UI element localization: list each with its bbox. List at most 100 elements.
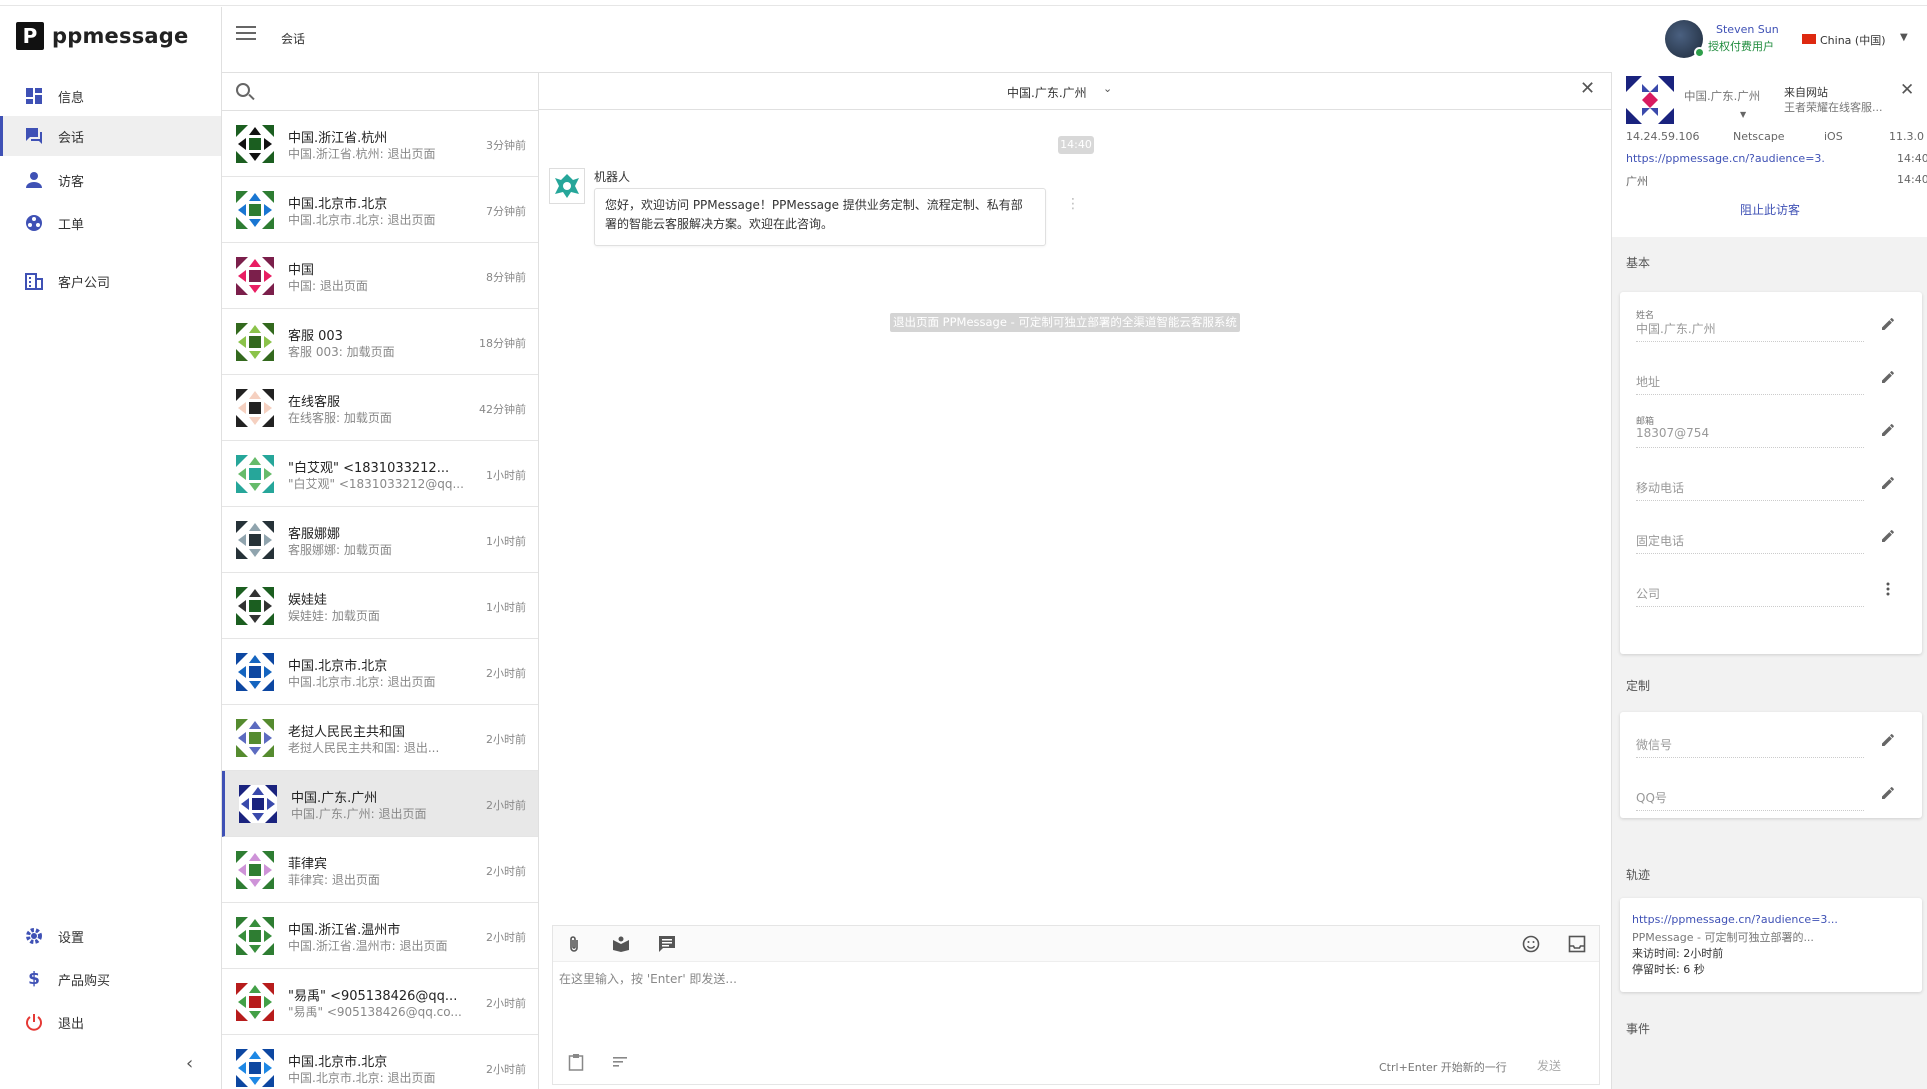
conversation-time: 1小时前 [486, 469, 526, 482]
visitor-field: 地址 [1636, 361, 1906, 401]
trail-stay-time: 停留时长: 6 秒 [1632, 963, 1705, 976]
inbox-icon[interactable] [1566, 933, 1588, 955]
nav-item-conversations[interactable]: 会话 [0, 116, 221, 156]
conversation-list: 中国.浙江省.杭州 中国.浙江省.杭州: 退出页面 3分钟前 中国.北京市.北京 中国.… [222, 72, 539, 1089]
source-label: 来自网站 [1784, 86, 1828, 99]
message-icon[interactable] [656, 933, 678, 955]
conversation-time: 2小时前 [486, 733, 526, 746]
close-chat-icon[interactable]: ✕ [1580, 80, 1595, 98]
menu-icon[interactable] [236, 26, 256, 42]
search-input[interactable] [262, 79, 522, 105]
conversation-item[interactable]: 客服娜娜 客服娜娜: 加载页面 1小时前 [222, 507, 538, 573]
field-value[interactable]: 移动电话 [1636, 479, 1684, 496]
book-icon[interactable] [610, 933, 632, 955]
conversation-name: 娱娃娃 [288, 593, 328, 608]
visitor-field: QQ号 [1636, 777, 1906, 817]
edit-icon[interactable] [1880, 422, 1898, 440]
conversation-time: 2小时前 [486, 865, 526, 878]
conversation-time: 3分钟前 [486, 139, 526, 152]
attach-icon[interactable] [563, 933, 585, 955]
edit-icon[interactable] [1880, 316, 1898, 334]
send-button[interactable]: 发送 [1537, 1057, 1561, 1074]
conversation-item[interactable]: 老挝人民民主共和国 老挝人民民主共和国: 退出... 2小时前 [222, 705, 538, 771]
field-value[interactable]: 微信号 [1636, 736, 1672, 753]
field-value[interactable]: 地址 [1636, 373, 1660, 390]
trail-visit-time: 来访时间: 2小时前 [1632, 947, 1724, 960]
search-bar [222, 73, 538, 111]
nav-item-logout[interactable]: 退出 [0, 1002, 221, 1042]
trail-url-link[interactable]: https://ppmessage.cn/?audience=3... [1632, 913, 1917, 926]
field-value[interactable]: 固定电话 [1636, 532, 1684, 549]
conversation-item[interactable]: 中国.北京市.北京 中国.北京市.北京: 退出页面 2小时前 [222, 639, 538, 705]
conversation-name: 中国 [288, 263, 315, 278]
visitor-avatar [239, 785, 277, 823]
emoji-icon[interactable] [1520, 933, 1542, 955]
visitor-avatar [236, 1049, 274, 1087]
field-value[interactable]: 中国.广东.广州 [1636, 320, 1716, 337]
ticket-icon [24, 213, 44, 233]
more-vert-icon[interactable]: ⋮ [1066, 196, 1080, 212]
nav-item-purchase[interactable]: $ 产品购买 [0, 959, 221, 999]
trail-desc: PPMessage - 可定制可独立部署的... [1632, 931, 1814, 944]
nav-item-tickets[interactable]: 工单 [0, 203, 221, 243]
conversation-item[interactable]: 中国 中国: 退出页面 8分钟前 [222, 243, 538, 309]
conversation-item[interactable]: 中国.浙江省.温州市 中国.浙江省.温州市: 退出页面 2小时前 [222, 903, 538, 969]
edit-icon[interactable] [1880, 732, 1898, 750]
conversation-last-message: 中国.浙江省.杭州: 退出页面 [288, 147, 436, 161]
conversation-item[interactable]: 在线客服 在线客服: 加载页面 42分钟前 [222, 375, 538, 441]
edit-icon[interactable] [1880, 528, 1898, 546]
edit-icon[interactable] [1880, 785, 1898, 803]
format-icon[interactable] [609, 1051, 631, 1073]
conversation-name: 在线客服 [288, 395, 341, 410]
chevron-down-icon[interactable]: ⌄ [1103, 82, 1112, 95]
field-value[interactable]: 公司 [1636, 585, 1660, 602]
visitor-avatar [236, 653, 274, 691]
visitor-url-link[interactable]: https://ppmessage.cn/?audience=3... [1626, 152, 1826, 165]
conversation-time: 2小时前 [486, 667, 526, 680]
close-panel-icon[interactable]: ✕ [1900, 82, 1914, 99]
conversation-item[interactable]: 客服 003 客服 003: 加载页面 18分钟前 [222, 309, 538, 375]
conversation-item[interactable]: 菲律宾 菲律宾: 退出页面 2小时前 [222, 837, 538, 903]
visitor-field: 公司 [1636, 573, 1906, 613]
top-strip [0, 0, 1927, 6]
nav-item-label: 客户公司 [58, 275, 111, 291]
message-line: 您好，欢迎访问 PPMessage！PPMessage 提供业务定制、流程定制、… [605, 198, 1023, 212]
field-underline [1636, 394, 1864, 395]
conversation-item[interactable]: 娱娃娃 娱娃娃: 加载页面 1小时前 [222, 573, 538, 639]
nav-item-settings[interactable]: 设置 [0, 916, 221, 956]
edit-icon[interactable] [1880, 475, 1898, 493]
chevron-down-icon[interactable]: ▼ [1900, 32, 1908, 43]
field-value[interactable]: 18307@754 [1636, 426, 1709, 440]
nav-item-visitors[interactable]: 访客 [0, 160, 221, 200]
block-visitor-button[interactable]: 阻止此访客 [1612, 201, 1927, 218]
user-name[interactable]: Steven Sun [1716, 23, 1779, 36]
visitor-avatar [236, 125, 274, 163]
conversation-item[interactable]: 中国.北京市.北京 中国.北京市.北京: 退出页面 2小时前 [222, 1035, 538, 1089]
conversation-item[interactable]: "易禹" <905138426@qq... "易禹" <905138426@qq.… [222, 969, 538, 1035]
chevron-down-icon[interactable]: ▼ [1740, 110, 1746, 119]
nav-item-companies[interactable]: 客户公司 [0, 261, 221, 301]
conversation-name: 中国.北京市.北京 [288, 197, 388, 212]
clipboard-icon[interactable] [565, 1051, 587, 1073]
conversation-item[interactable]: "白艾观" <1831033212... "白艾观" <1831033212@qq… [222, 441, 538, 507]
conversation-time: 7分钟前 [486, 205, 526, 218]
message-input[interactable] [559, 970, 1589, 1030]
field-value[interactable]: QQ号 [1636, 789, 1667, 806]
language-selector[interactable]: China (中国) [1820, 32, 1886, 48]
conversation-item[interactable]: 中国.浙江省.杭州 中国.浙江省.杭州: 退出页面 3分钟前 [222, 111, 538, 177]
conversation-item[interactable]: 中国.北京市.北京 中国.北京市.北京: 退出页面 7分钟前 [222, 177, 538, 243]
collapse-nav-button[interactable]: ‹ [186, 1053, 193, 1074]
app-logo[interactable]: P ppmessage [16, 22, 188, 50]
visitor-avatar [236, 719, 274, 757]
conversation-name: 中国.北京市.北京 [288, 1055, 388, 1070]
nav-item-label: 工单 [58, 217, 85, 233]
conversation-item[interactable]: 中国.广东.广州 中国.广东.广州: 退出页面 2小时前 [222, 771, 538, 837]
conversation-last-message: "白艾观" <1831033212@qq... [288, 477, 464, 491]
field-underline [1636, 606, 1864, 607]
conversation-time: 1小时前 [486, 535, 526, 548]
edit-icon[interactable] [1880, 369, 1898, 387]
more-vert-icon[interactable] [1880, 581, 1898, 599]
nav-item-label: 退出 [58, 1016, 85, 1032]
chat-title[interactable]: 中国.广东.广州 [1007, 84, 1087, 101]
nav-item-info[interactable]: 信息 [0, 76, 221, 116]
